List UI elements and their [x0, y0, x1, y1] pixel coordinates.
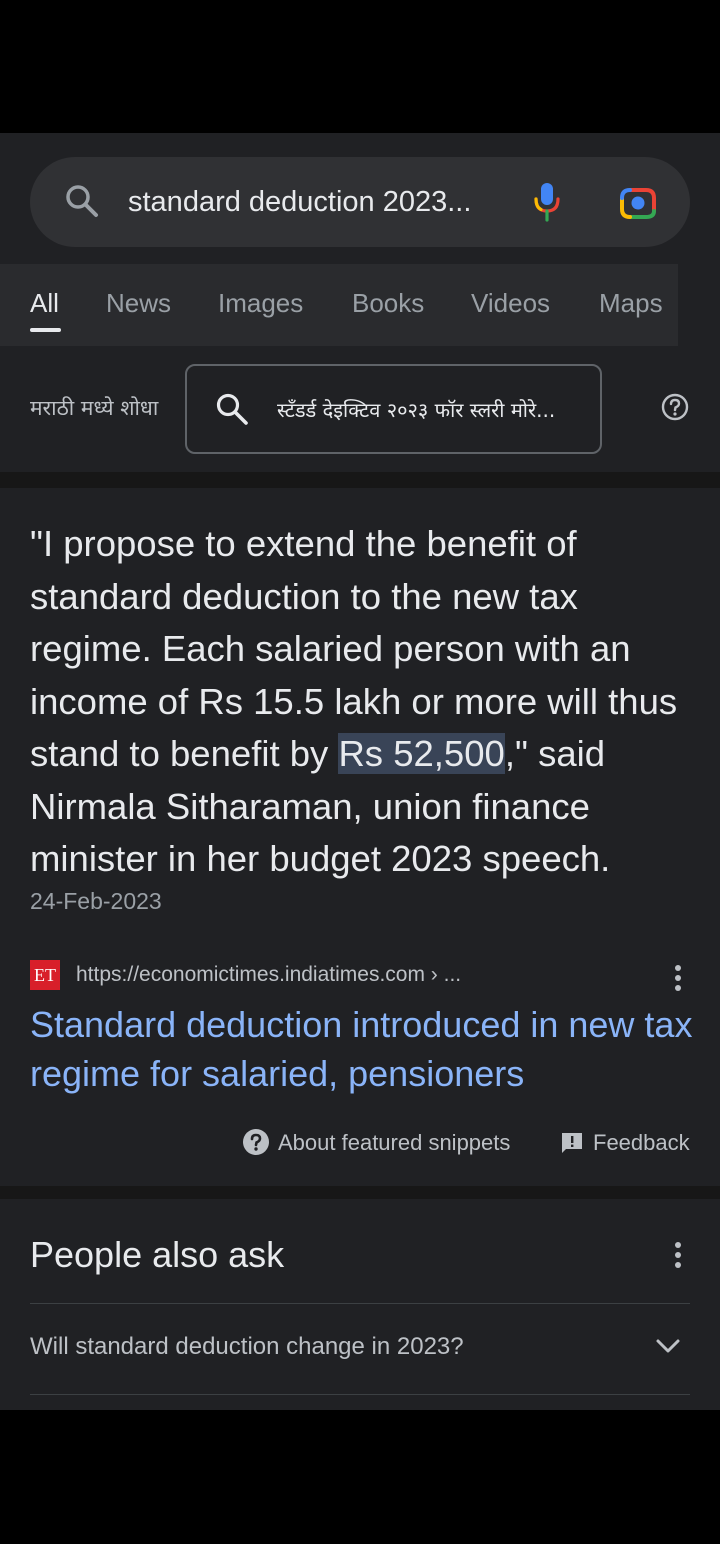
google-lens-icon[interactable]	[618, 185, 658, 221]
section-divider	[0, 1186, 720, 1199]
section-divider	[0, 472, 720, 488]
search-icon	[66, 185, 98, 217]
snippet-source[interactable]: ET https://economictimes.indiatimes.com …	[30, 960, 690, 992]
people-also-ask: People also ask Will standard deduction …	[0, 1199, 720, 1410]
microphone-icon[interactable]	[532, 181, 562, 223]
more-vert-icon[interactable]	[674, 1241, 682, 1269]
status-bar-area	[0, 0, 720, 133]
search-icon	[216, 393, 248, 425]
tab-all[interactable]: All	[30, 288, 59, 319]
site-favicon: ET	[30, 960, 60, 990]
search-query-text[interactable]: standard deduction 2023...	[128, 183, 488, 221]
tab-videos[interactable]: Videos	[471, 288, 550, 319]
feedback-icon[interactable]	[560, 1131, 584, 1155]
divider	[30, 1394, 690, 1395]
question-circle-icon[interactable]	[242, 1128, 270, 1156]
result-title-link[interactable]: Standard deduction introduced in new tax…	[30, 1000, 700, 1098]
search-tabs: All News Images Books Videos Maps	[0, 264, 720, 346]
search-results-page: standard deduction 2023... All News Imag…	[0, 133, 720, 1410]
tab-books[interactable]: Books	[352, 288, 424, 319]
featured-snippet: "I propose to extend the benefit of stan…	[0, 488, 720, 1186]
paa-heading: People also ask	[30, 1234, 285, 1275]
translate-search-row: मराठी मध्ये शोधा स्टँडर्ड देइक्टिव २०२३ …	[0, 346, 720, 472]
quote-highlight: Rs 52,500	[338, 733, 505, 774]
snippet-date: 24-Feb-2023	[30, 888, 162, 914]
translated-query: स्टँडर्ड देइक्टिव २०२३ फॉर स्लरी मोरे...	[277, 398, 556, 422]
source-url[interactable]: https://economictimes.indiatimes.com › .…	[76, 963, 461, 987]
snippet-quote: "I propose to extend the benefit of stan…	[30, 518, 700, 886]
more-vert-icon[interactable]	[674, 964, 682, 992]
about-featured-snippets-link[interactable]: About featured snippets	[278, 1130, 510, 1156]
feedback-link[interactable]: Feedback	[593, 1130, 690, 1156]
paa-question[interactable]: Will standard deduction change in 2023?	[30, 1333, 464, 1361]
translated-search-button[interactable]: स्टँडर्ड देइक्टिव २०२३ फॉर स्लरी मोरे...	[185, 364, 602, 454]
tabs-overflow-fade	[678, 264, 720, 346]
translate-label: मराठी मध्ये शोधा	[30, 396, 159, 420]
snippet-footer: About featured snippets Feedback	[0, 1128, 720, 1168]
tab-images[interactable]: Images	[218, 288, 303, 319]
tab-maps[interactable]: Maps	[599, 288, 663, 319]
search-bar[interactable]: standard deduction 2023...	[30, 157, 690, 247]
active-tab-indicator	[30, 328, 61, 332]
chevron-down-icon[interactable]	[655, 1337, 681, 1355]
help-icon[interactable]	[660, 392, 690, 422]
navigation-bar-area	[0, 1410, 720, 1544]
divider	[30, 1303, 690, 1304]
tab-news[interactable]: News	[106, 288, 171, 319]
